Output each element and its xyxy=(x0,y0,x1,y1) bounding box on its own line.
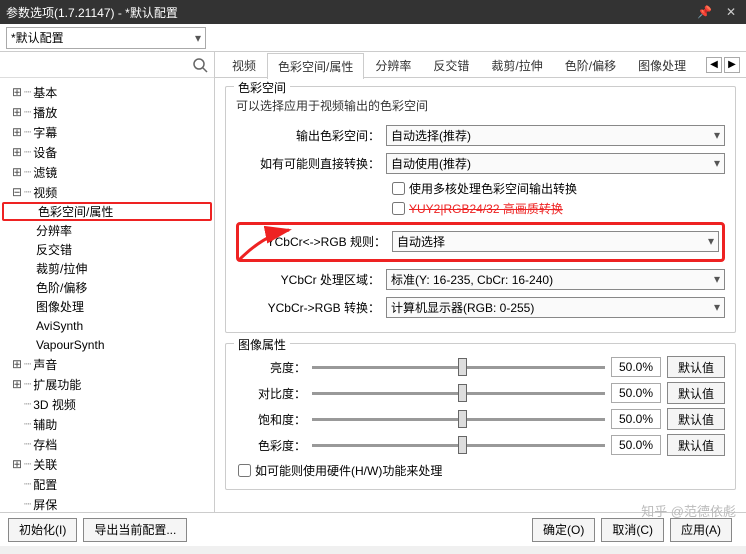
btn-apply[interactable]: 应用(A) xyxy=(670,518,732,542)
search-input[interactable] xyxy=(6,55,192,75)
chk-hq[interactable] xyxy=(392,202,405,215)
tree-basic[interactable]: ⊞┈基本 xyxy=(2,82,212,102)
tree-video-deinterlace[interactable]: 反交错 xyxy=(2,240,212,259)
row-brightness: 亮度： 50.0% 默认值 xyxy=(236,354,725,380)
chk-hw-row: 如可能则使用硬件(H/W)功能来处理 xyxy=(236,458,725,479)
tree-extend[interactable]: ⊞┈扩展功能 xyxy=(2,374,212,394)
row-saturation: 饱和度： 50.0% 默认值 xyxy=(236,406,725,432)
chevron-down-icon xyxy=(714,128,720,142)
tree-video-avisynth[interactable]: AviSynth xyxy=(2,316,212,335)
tree-video-vapoursynth[interactable]: VapourSynth xyxy=(2,335,212,354)
select-rule[interactable]: 自动选择 xyxy=(392,231,719,252)
tree-audio[interactable]: ⊞┈声音 xyxy=(2,354,212,374)
chevron-down-icon xyxy=(708,234,714,248)
nav-tree: ⊞┈基本 ⊞┈播放 ⊞┈字幕 ⊞┈设备 ⊞┈滤镜 ⊟┈视频 色彩空间/属性 分辨… xyxy=(0,78,214,512)
btn-default-hue[interactable]: 默认值 xyxy=(667,434,725,456)
tab-imageproc[interactable]: 图像处理 xyxy=(627,52,697,78)
row-range: YCbCr 处理区域： 标准(Y: 16-235, CbCr: 16-240) xyxy=(236,266,725,292)
btn-export[interactable]: 导出当前配置... xyxy=(83,518,187,542)
slider-hue[interactable] xyxy=(312,435,605,455)
tree-video-imageproc[interactable]: 图像处理 xyxy=(2,297,212,316)
btn-init[interactable]: 初始化(I) xyxy=(8,518,77,542)
preset-bar: *默认配置 xyxy=(0,24,746,52)
chk-multicore-row: 使用多核处理色彩空间输出转换 xyxy=(236,178,725,198)
chk-multicore[interactable] xyxy=(392,182,405,195)
select-range[interactable]: 标准(Y: 16-235, CbCr: 16-240) xyxy=(386,269,725,290)
main-content: ⊞┈基本 ⊞┈播放 ⊞┈字幕 ⊞┈设备 ⊞┈滤镜 ⊟┈视频 色彩空间/属性 分辨… xyxy=(0,52,746,512)
group-colorspace-legend: 色彩空间 xyxy=(234,79,290,96)
select-output[interactable]: 自动选择(推荐) xyxy=(386,125,725,146)
chk-hq-row: YUY2|RGB24/32 高画质转换 xyxy=(236,198,725,218)
tab-video[interactable]: 视频 xyxy=(221,52,267,78)
group-imageattr: 图像属性 亮度： 50.0% 默认值 对比度： 50.0% 默认值 饱和度： 5… xyxy=(225,343,736,490)
sidebar: ⊞┈基本 ⊞┈播放 ⊞┈字幕 ⊞┈设备 ⊞┈滤镜 ⊟┈视频 色彩空间/属性 分辨… xyxy=(0,52,215,512)
select-convert[interactable]: 计算机显示器(RGB: 0-255) xyxy=(386,297,725,318)
chk-hw[interactable] xyxy=(238,464,251,477)
btn-ok[interactable]: 确定(O) xyxy=(532,518,595,542)
tab-colorspace[interactable]: 色彩空间/属性 xyxy=(267,53,364,79)
tabs: 视频 色彩空间/属性 分辨率 反交错 裁剪/拉伸 色阶/偏移 图像处理 ◀ ▶ xyxy=(215,52,746,78)
val-contrast: 50.0% xyxy=(611,383,661,403)
group-imageattr-legend: 图像属性 xyxy=(234,336,290,353)
close-icon[interactable]: ✕ xyxy=(722,5,740,19)
chevron-down-icon xyxy=(714,272,720,286)
search-bar xyxy=(0,52,214,78)
tab-scroll: ◀ ▶ xyxy=(706,57,746,73)
slider-brightness[interactable] xyxy=(312,357,605,377)
tree-video[interactable]: ⊟┈视频 xyxy=(2,182,212,202)
window-title: 参数选项(1.7.21147) - *默认配置 xyxy=(6,4,178,21)
btn-cancel[interactable]: 取消(C) xyxy=(601,518,664,542)
val-saturation: 50.0% xyxy=(611,409,661,429)
chevron-down-icon xyxy=(714,156,720,170)
chevron-down-icon xyxy=(195,31,201,45)
settings-pane: 色彩空间 可以选择应用于视频输出的色彩空间 输出色彩空间： 自动选择(推荐) 如… xyxy=(215,78,746,512)
row-convert: YCbCr->RGB 转换： 计算机显示器(RGB: 0-255) xyxy=(236,294,725,320)
tree-assoc[interactable]: ⊞┈关联 xyxy=(2,454,212,474)
btn-default-saturation[interactable]: 默认值 xyxy=(667,408,725,430)
row-contrast: 对比度： 50.0% 默认值 xyxy=(236,380,725,406)
row-rule: YCbCr<->RGB 规则： 自动选择 xyxy=(242,228,719,254)
val-hue: 50.0% xyxy=(611,435,661,455)
tab-colorlevel[interactable]: 色阶/偏移 xyxy=(554,52,627,78)
val-brightness: 50.0% xyxy=(611,357,661,377)
tab-crop[interactable]: 裁剪/拉伸 xyxy=(480,52,553,78)
tab-deinterlace[interactable]: 反交错 xyxy=(422,52,480,78)
tree-video-resolution[interactable]: 分辨率 xyxy=(2,221,212,240)
tree-video-colorspace[interactable]: 色彩空间/属性 xyxy=(2,202,212,221)
group-colorspace-desc: 可以选择应用于视频输出的色彩空间 xyxy=(236,97,725,114)
tree-assist[interactable]: ┈辅助 xyxy=(2,414,212,434)
pin-icon[interactable]: 📌 xyxy=(693,5,716,19)
tree-subtitle[interactable]: ⊞┈字幕 xyxy=(2,122,212,142)
tree-video-colorlevel[interactable]: 色阶/偏移 xyxy=(2,278,212,297)
tree-archive[interactable]: ┈存档 xyxy=(2,434,212,454)
row-output: 输出色彩空间： 自动选择(推荐) xyxy=(236,122,725,148)
tab-scroll-left[interactable]: ◀ xyxy=(706,57,722,73)
btn-default-contrast[interactable]: 默认值 xyxy=(667,382,725,404)
slider-contrast[interactable] xyxy=(312,383,605,403)
window-buttons: 📌 ✕ xyxy=(693,5,740,19)
tree-playback[interactable]: ⊞┈播放 xyxy=(2,102,212,122)
preset-value: *默认配置 xyxy=(11,29,64,46)
slider-saturation[interactable] xyxy=(312,409,605,429)
chevron-down-icon xyxy=(714,300,720,314)
tab-scroll-right[interactable]: ▶ xyxy=(724,57,740,73)
footer: 初始化(I) 导出当前配置... 确定(O) 取消(C) 应用(A) xyxy=(0,512,746,546)
row-hue: 色彩度： 50.0% 默认值 xyxy=(236,432,725,458)
group-colorspace: 色彩空间 可以选择应用于视频输出的色彩空间 输出色彩空间： 自动选择(推荐) 如… xyxy=(225,86,736,333)
preset-select[interactable]: *默认配置 xyxy=(6,27,206,49)
tree-screensaver[interactable]: ┈屏保 xyxy=(2,494,212,512)
tree-config[interactable]: ┈配置 xyxy=(2,474,212,494)
tree-3d[interactable]: ┈3D 视频 xyxy=(2,394,212,414)
tree-device[interactable]: ⊞┈设备 xyxy=(2,142,212,162)
search-icon[interactable] xyxy=(192,57,208,73)
tab-resolution[interactable]: 分辨率 xyxy=(364,52,422,78)
select-direct[interactable]: 自动使用(推荐) xyxy=(386,153,725,174)
highlight-box: YCbCr<->RGB 规则： 自动选择 xyxy=(236,222,725,262)
row-direct: 如有可能则直接转换： 自动使用(推荐) xyxy=(236,150,725,176)
tree-video-crop[interactable]: 裁剪/拉伸 xyxy=(2,259,212,278)
tree-lens[interactable]: ⊞┈滤镜 xyxy=(2,162,212,182)
titlebar: 参数选项(1.7.21147) - *默认配置 📌 ✕ xyxy=(0,0,746,24)
btn-default-brightness[interactable]: 默认值 xyxy=(667,356,725,378)
right-pane: 视频 色彩空间/属性 分辨率 反交错 裁剪/拉伸 色阶/偏移 图像处理 ◀ ▶ … xyxy=(215,52,746,512)
